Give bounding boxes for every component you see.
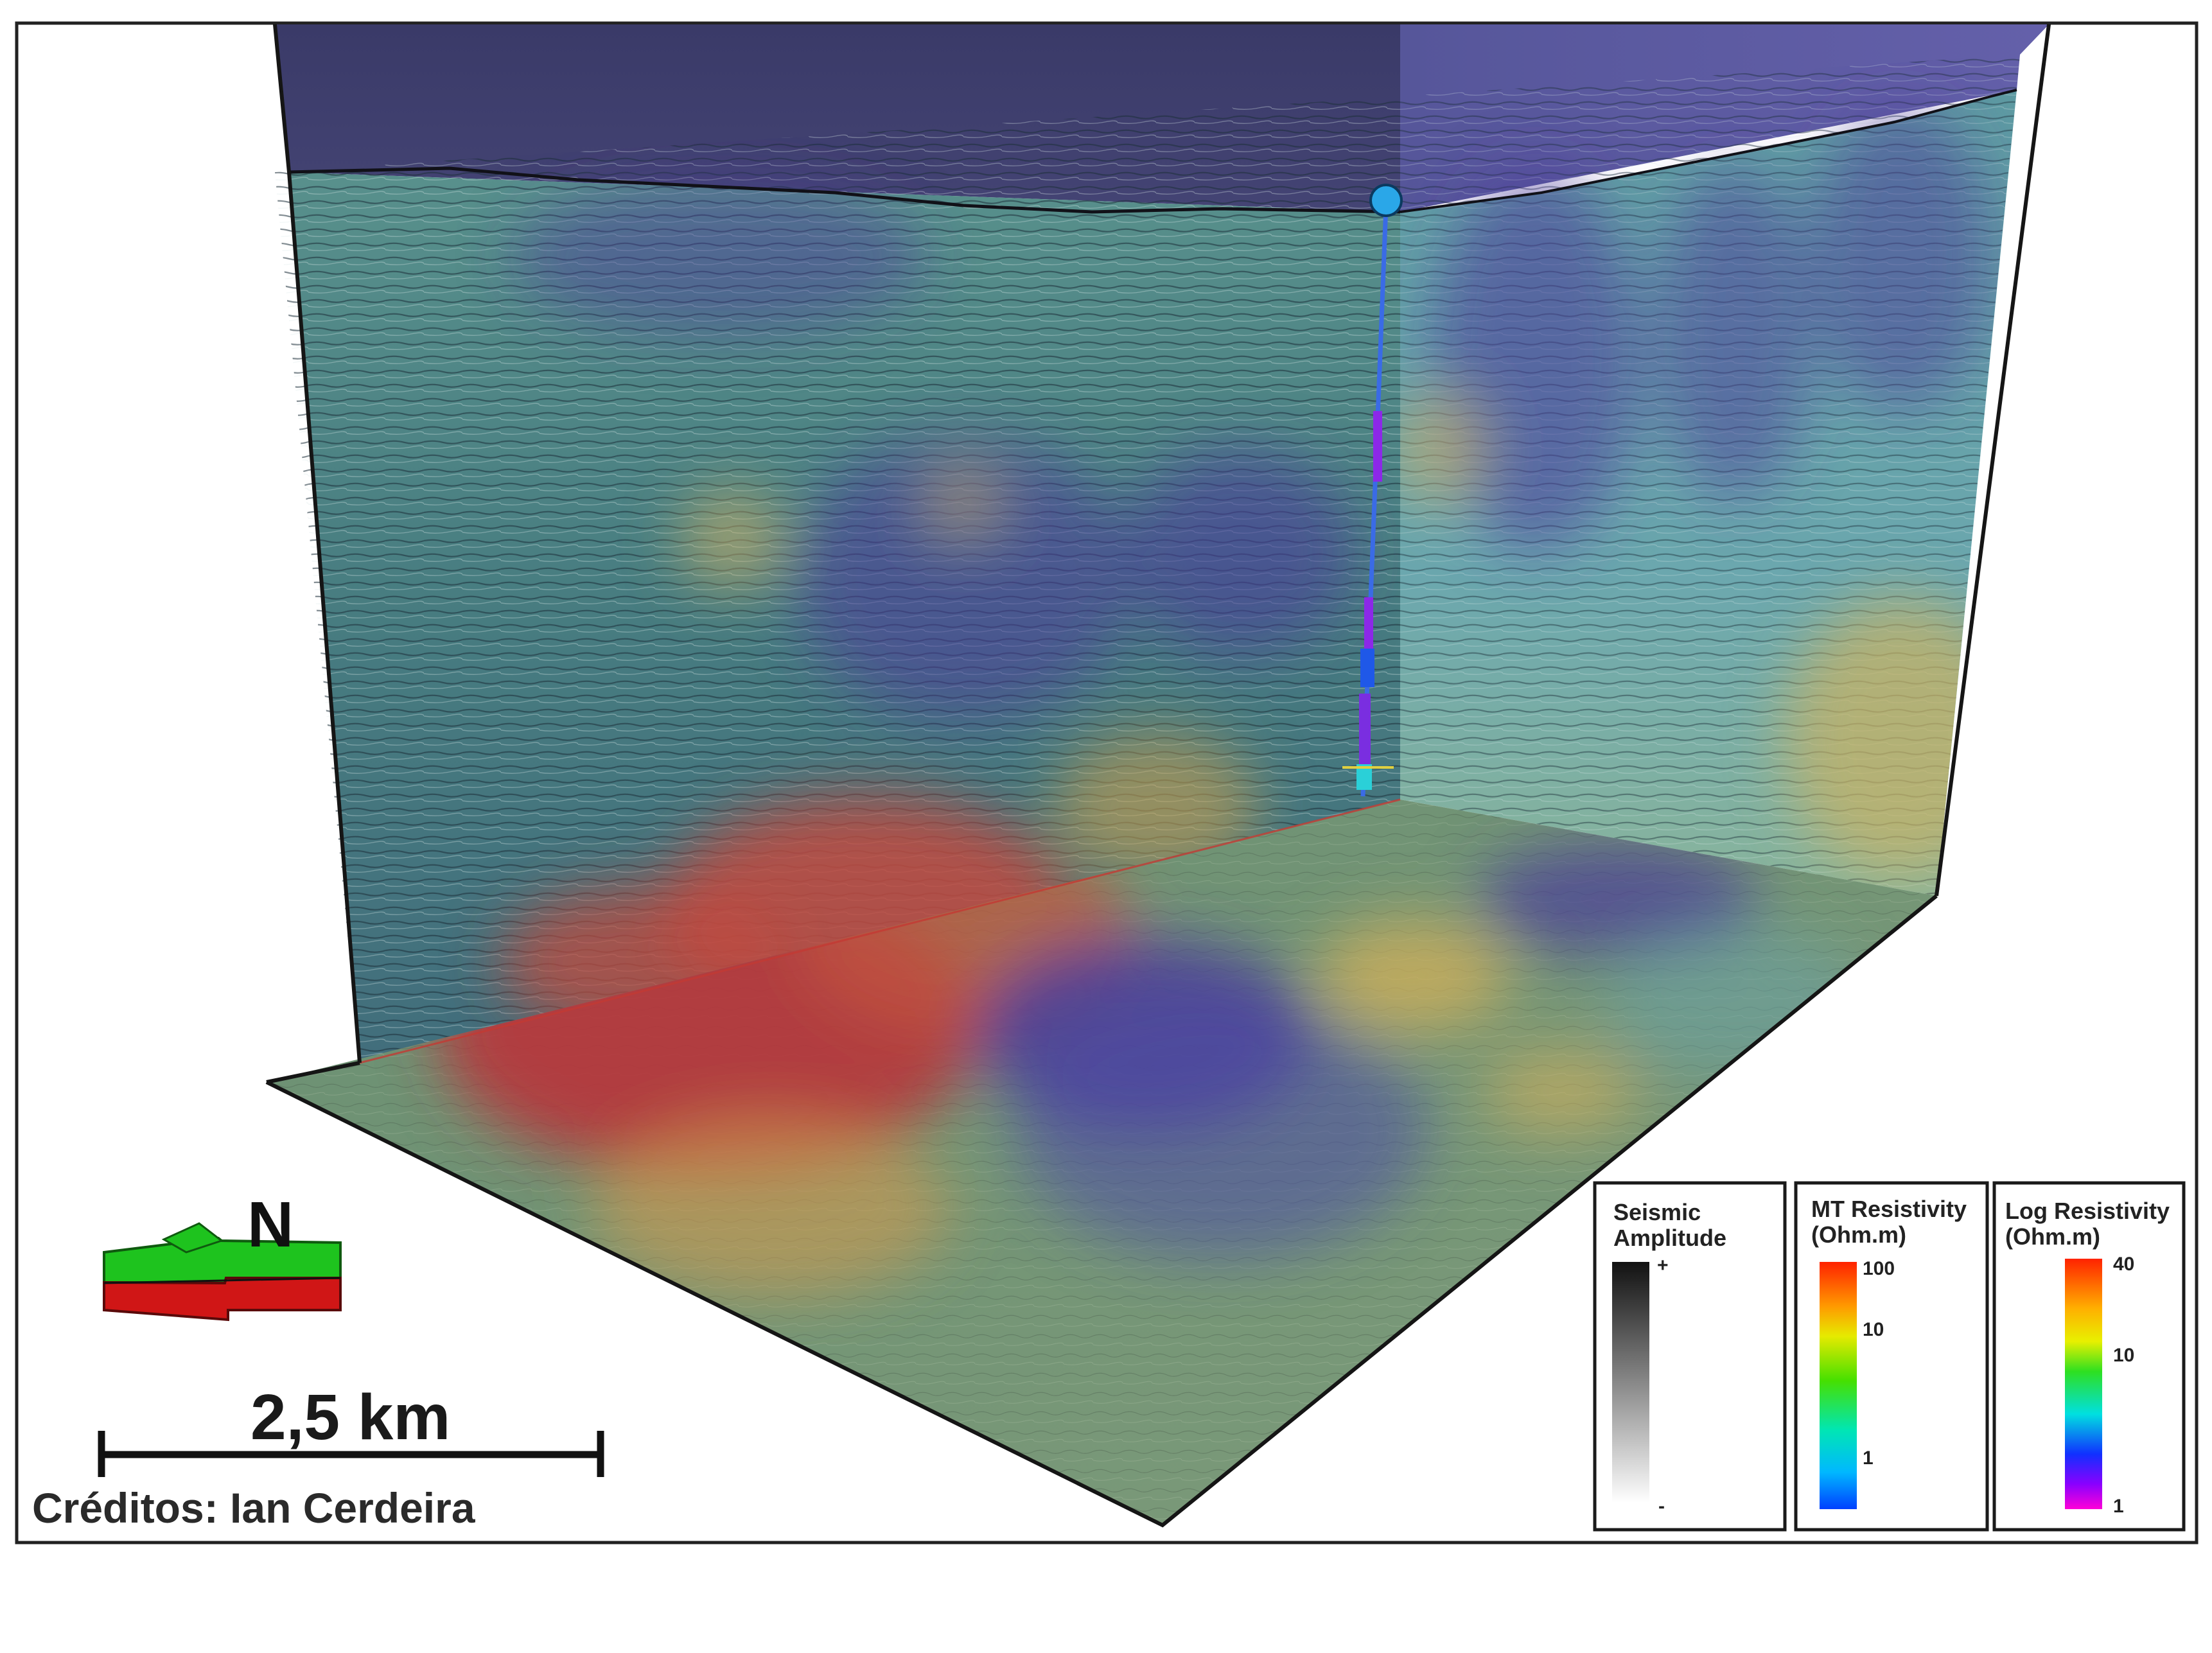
legend-mt-tick-100: 100 <box>1863 1258 1895 1279</box>
legend-log-colorbar <box>2065 1259 2102 1509</box>
legend-seismic-max: + <box>1657 1255 1669 1276</box>
legend-mt-colorbar <box>1820 1262 1857 1509</box>
legend-log-resistivity: Log Resistivity (Ohm.m) 40 10 1 <box>1992 1181 2186 1532</box>
legend-log-tick-10: 10 <box>2113 1345 2134 1366</box>
legend-seismic-title-2: Amplitude <box>1613 1225 1726 1251</box>
legend-log-title-2: (Ohm.m) <box>2005 1223 2100 1250</box>
legend-mt-tick-1: 1 <box>1863 1447 1874 1469</box>
legend-seismic-colorbar <box>1612 1262 1649 1503</box>
legend-mt-title-1: MT Resistivity <box>1811 1196 1967 1222</box>
right-seismic-section <box>1400 55 2020 896</box>
legend-mt-tick-10: 10 <box>1863 1319 1884 1340</box>
legend-mt-resistivity: MT Resistivity (Ohm.m) 100 10 1 <box>1794 1181 1989 1532</box>
credits-text: Créditos: Ian Cerdeira <box>32 1484 475 1532</box>
legend-log-tick-40: 40 <box>2113 1254 2134 1275</box>
legend-seismic-title-1: Seismic <box>1613 1199 1701 1225</box>
legend-log-title-1: Log Resistivity <box>2005 1198 2170 1224</box>
scale-bar-label: 2,5 km <box>250 1381 451 1453</box>
legend-seismic-min: - <box>1658 1496 1665 1517</box>
legend-seismic-amplitude: Seismic Amplitude + - <box>1593 1181 1787 1532</box>
legend-log-tick-1: 1 <box>2113 1496 2124 1517</box>
north-label: N <box>247 1189 294 1261</box>
legend-mt-title-2: (Ohm.m) <box>1811 1221 1906 1248</box>
well-head-marker <box>1369 184 1403 217</box>
